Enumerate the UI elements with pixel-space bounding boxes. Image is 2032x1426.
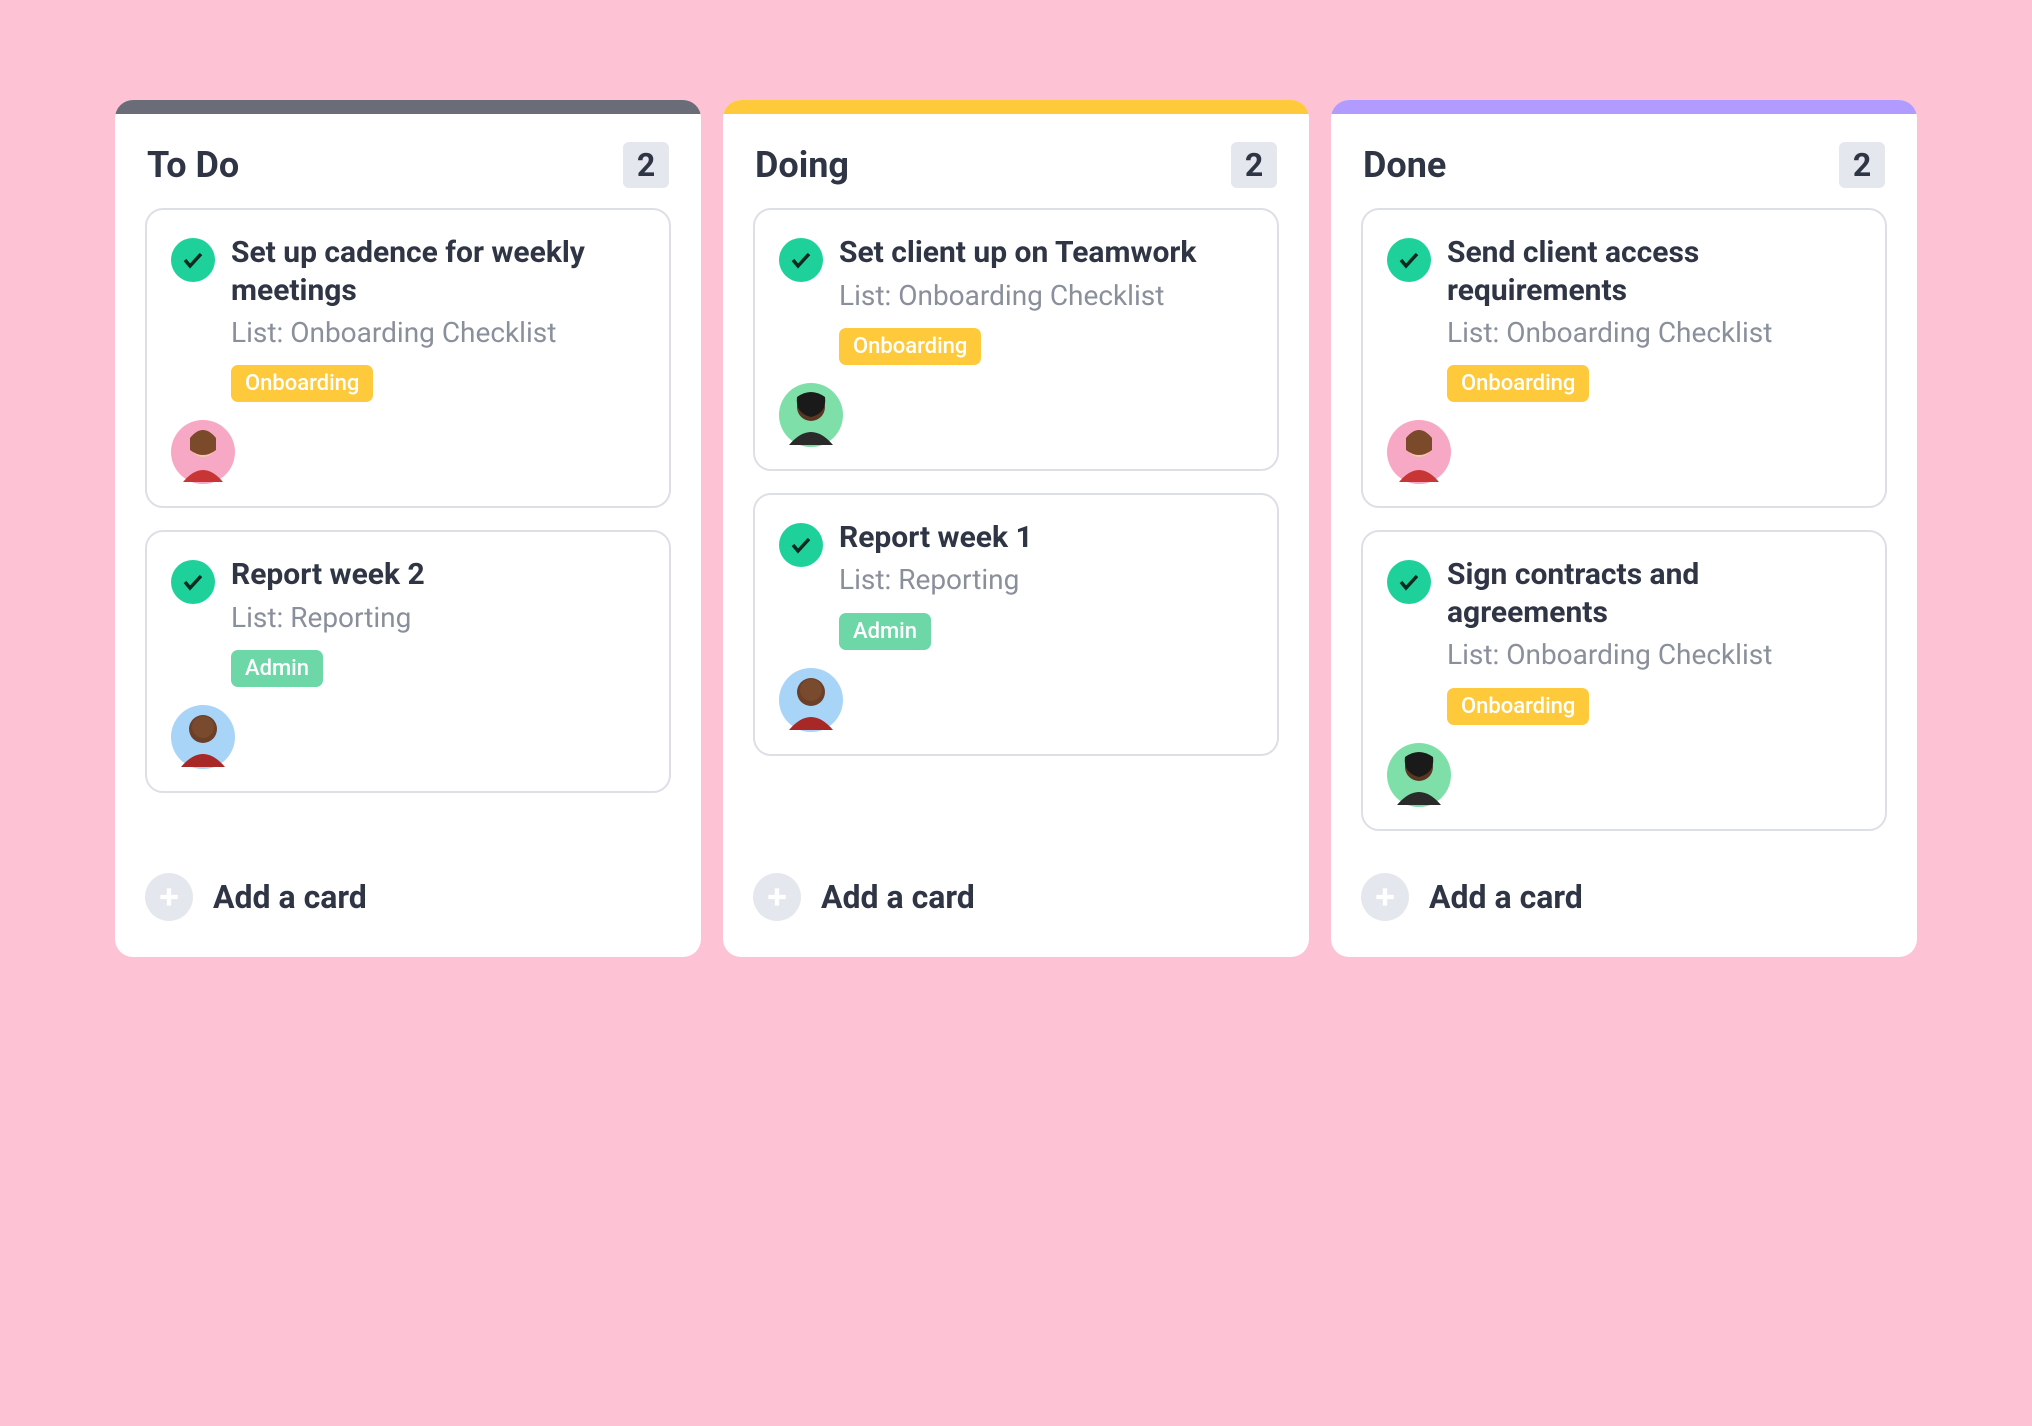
card-tag: Onboarding (1447, 688, 1589, 725)
check-icon[interactable] (171, 238, 215, 282)
check-icon[interactable] (779, 523, 823, 567)
column-header: Doing 2 (723, 114, 1309, 208)
plus-icon (145, 873, 193, 921)
card[interactable]: Report week 1 List: Reporting Admin (753, 493, 1279, 756)
card-list-container: Send client access requirements List: On… (1331, 208, 1917, 831)
column-count-badge: 2 (1839, 142, 1885, 188)
add-card-label: Add a card (821, 878, 975, 916)
column-title: To Do (147, 144, 239, 186)
column-stripe (723, 100, 1309, 114)
card-tag: Admin (839, 613, 931, 650)
card-title: Report week 1 (839, 519, 1253, 557)
column-count-badge: 2 (623, 142, 669, 188)
plus-icon (753, 873, 801, 921)
column-stripe (1331, 100, 1917, 114)
avatar[interactable] (779, 383, 843, 447)
card-list-container: Set client up on Teamwork List: Onboardi… (723, 208, 1309, 756)
column-count-badge: 2 (1231, 142, 1277, 188)
card[interactable]: Sign contracts and agreements List: Onbo… (1361, 530, 1887, 830)
card-title: Sign contracts and agreements (1447, 556, 1861, 631)
plus-icon (1361, 873, 1409, 921)
card-body: Set up cadence for weekly meetings List:… (231, 234, 645, 484)
card-title: Report week 2 (231, 556, 645, 594)
column-stripe (115, 100, 701, 114)
column-todo: To Do 2 Set up cadence for weekly meetin… (115, 100, 701, 957)
card-tag: Onboarding (839, 328, 981, 365)
add-card-button[interactable]: Add a card (115, 831, 701, 957)
card[interactable]: Set up cadence for weekly meetings List:… (145, 208, 671, 508)
card-list-container: Set up cadence for weekly meetings List:… (115, 208, 701, 793)
add-card-label: Add a card (213, 878, 367, 916)
card-tag: Onboarding (1447, 365, 1589, 402)
card-body: Report week 1 List: Reporting Admin (839, 519, 1253, 732)
column-title: Doing (755, 144, 849, 186)
card-list-label: List: Reporting (231, 600, 645, 636)
card-list-label: List: Onboarding Checklist (1447, 637, 1861, 673)
check-icon[interactable] (1387, 238, 1431, 282)
card-body: Send client access requirements List: On… (1447, 234, 1861, 484)
card-list-label: List: Onboarding Checklist (839, 278, 1253, 314)
column-header: Done 2 (1331, 114, 1917, 208)
card-tag: Onboarding (231, 365, 373, 402)
add-card-button[interactable]: Add a card (723, 831, 1309, 957)
check-icon[interactable] (779, 238, 823, 282)
card-list-label: List: Reporting (839, 562, 1253, 598)
avatar[interactable] (1387, 743, 1451, 807)
card-title: Set up cadence for weekly meetings (231, 234, 645, 309)
card[interactable]: Report week 2 List: Reporting Admin (145, 530, 671, 793)
avatar[interactable] (779, 668, 843, 732)
column-doing: Doing 2 Set client up on Teamwork List: … (723, 100, 1309, 957)
card-title: Set client up on Teamwork (839, 234, 1253, 272)
column-done: Done 2 Send client access requirements L… (1331, 100, 1917, 957)
check-icon[interactable] (1387, 560, 1431, 604)
column-title: Done (1363, 144, 1446, 186)
card[interactable]: Send client access requirements List: On… (1361, 208, 1887, 508)
column-header: To Do 2 (115, 114, 701, 208)
card-body: Sign contracts and agreements List: Onbo… (1447, 556, 1861, 806)
card-body: Set client up on Teamwork List: Onboardi… (839, 234, 1253, 447)
card-body: Report week 2 List: Reporting Admin (231, 556, 645, 769)
add-card-label: Add a card (1429, 878, 1583, 916)
kanban-board: To Do 2 Set up cadence for weekly meetin… (115, 100, 1917, 957)
check-icon[interactable] (171, 560, 215, 604)
card-tag: Admin (231, 650, 323, 687)
avatar[interactable] (171, 420, 235, 484)
add-card-button[interactable]: Add a card (1331, 831, 1917, 957)
card[interactable]: Set client up on Teamwork List: Onboardi… (753, 208, 1279, 471)
card-list-label: List: Onboarding Checklist (1447, 315, 1861, 351)
avatar[interactable] (171, 705, 235, 769)
avatar[interactable] (1387, 420, 1451, 484)
card-title: Send client access requirements (1447, 234, 1861, 309)
card-list-label: List: Onboarding Checklist (231, 315, 645, 351)
